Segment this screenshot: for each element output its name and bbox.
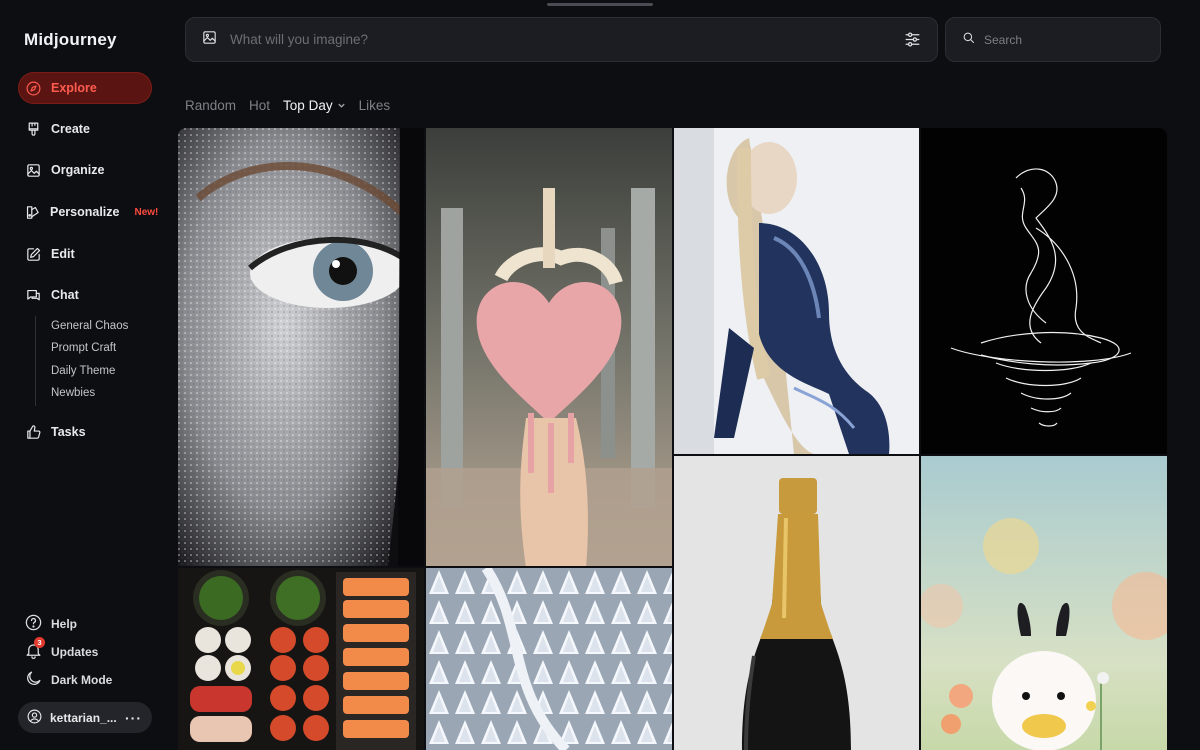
image-icon: [24, 161, 42, 179]
settings-sliders-button[interactable]: [901, 29, 923, 51]
chevron-down-icon: [337, 103, 345, 108]
gallery-image-bunny[interactable]: [921, 456, 1167, 750]
nav-label: Chat: [51, 288, 79, 302]
bell-icon: 3: [24, 637, 45, 663]
updates-label: Updates: [51, 645, 99, 659]
tab-hot[interactable]: Hot: [249, 98, 270, 113]
gallery-image-snowy-forest[interactable]: [426, 568, 672, 750]
compass-icon: [24, 79, 42, 97]
app-logo[interactable]: Midjourney: [24, 30, 117, 50]
nav-label: Personalize: [50, 205, 120, 219]
nav-create[interactable]: Create: [18, 113, 152, 145]
updates-button[interactable]: 3 Updates: [24, 637, 99, 663]
help-button[interactable]: Help: [24, 613, 77, 635]
user-account[interactable]: kettarian_... ···: [18, 702, 152, 733]
gallery-image-glitter-eye[interactable]: [178, 128, 424, 566]
image-gallery: [178, 128, 1167, 750]
nav-edit[interactable]: Edit: [18, 238, 152, 270]
nav-explore[interactable]: Explore: [18, 72, 152, 104]
image-upload-icon[interactable]: [201, 29, 218, 51]
paintbrush-icon: [24, 120, 42, 138]
filter-tabs: Random Hot Top Day Likes: [185, 98, 390, 113]
gallery-image-line-art[interactable]: [921, 128, 1167, 454]
nav-label: Create: [51, 122, 90, 136]
chat-icon: [24, 286, 42, 304]
tab-label: Top Day: [283, 98, 333, 113]
search-icon: [961, 30, 976, 50]
edit-icon: [24, 245, 42, 263]
nav-personalize[interactable]: Personalize New!: [18, 196, 158, 228]
sidebar: Midjourney Explore Create Organize Perso…: [0, 0, 170, 750]
chat-room-item[interactable]: Newbies: [51, 387, 95, 399]
chat-room-item[interactable]: Prompt Craft: [51, 342, 116, 354]
help-label: Help: [51, 617, 78, 631]
tab-likes[interactable]: Likes: [359, 98, 391, 113]
palette-icon: [24, 203, 41, 221]
gallery-image-pink-heart[interactable]: [426, 128, 672, 566]
chat-room-item[interactable]: General Chaos: [51, 320, 128, 332]
nav-label: Explore: [51, 81, 97, 95]
sliders-icon: [905, 32, 919, 47]
nav-label: Tasks: [51, 425, 86, 439]
gallery-image-champagne[interactable]: [674, 456, 919, 750]
prompt-input[interactable]: [230, 32, 889, 47]
username: kettarian_...: [50, 710, 117, 725]
chat-rooms-list: General Chaos Prompt Craft Daily Theme N…: [35, 316, 155, 406]
dark-mode-label: Dark Mode: [51, 673, 113, 687]
nav-organize[interactable]: Organize: [18, 154, 152, 186]
search-bar[interactable]: [945, 17, 1161, 62]
new-badge: New!: [134, 206, 159, 218]
nav-tasks[interactable]: Tasks: [18, 416, 152, 448]
tab-top-day[interactable]: Top Day: [283, 98, 346, 113]
user-avatar-icon: [26, 708, 43, 728]
nav-chat[interactable]: Chat: [18, 279, 152, 311]
prompt-bar[interactable]: [185, 17, 938, 62]
updates-count-badge: 3: [34, 637, 45, 648]
more-options-button[interactable]: ···: [125, 710, 142, 726]
gallery-image-sushi[interactable]: [178, 568, 424, 750]
nav-label: Edit: [51, 247, 75, 261]
nav-label: Organize: [51, 163, 105, 177]
search-input[interactable]: [984, 32, 1160, 47]
gallery-image-blue-suit[interactable]: [674, 128, 919, 454]
dark-mode-toggle[interactable]: Dark Mode: [24, 669, 112, 691]
thumbs-up-icon: [24, 423, 42, 441]
help-icon: [24, 613, 43, 635]
chat-room-item[interactable]: Daily Theme: [51, 365, 115, 377]
drag-handle[interactable]: [547, 3, 653, 6]
moon-icon: [24, 669, 43, 691]
tab-random[interactable]: Random: [185, 98, 236, 113]
